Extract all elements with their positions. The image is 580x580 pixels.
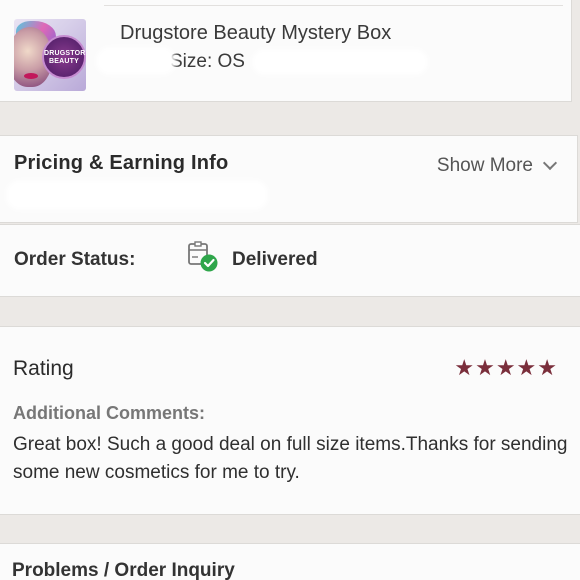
problems-card[interactable]: Problems / Order Inquiry xyxy=(0,543,580,580)
additional-comments-label: Additional Comments: xyxy=(13,403,205,423)
product-name[interactable]: Drugstore Beauty Mystery Box xyxy=(120,22,391,45)
product-size: Size: OS xyxy=(170,51,245,72)
redaction-smudge xyxy=(6,180,268,210)
rating-title: Rating xyxy=(13,357,74,380)
problems-order-inquiry-title[interactable]: Problems / Order Inquiry xyxy=(12,560,235,580)
redaction-smudge xyxy=(252,49,428,75)
additional-comments-text: Great box! Such a good deal on full size… xyxy=(13,434,568,483)
redaction-smudge xyxy=(96,47,176,75)
order-status-label: Order Status: xyxy=(14,249,136,270)
show-more-button[interactable]: Show More xyxy=(437,155,533,177)
delivered-package-icon xyxy=(188,241,218,272)
pricing-card[interactable]: Pricing & Earning Info Show More xyxy=(0,135,578,223)
divider xyxy=(104,5,563,6)
chevron-down-icon[interactable] xyxy=(542,155,558,171)
order-status-card: Order Status: Delivered xyxy=(0,224,580,297)
product-thumbnail[interactable]: DRUGSTORE BEAUTY xyxy=(14,19,86,91)
pricing-title: Pricing & Earning Info xyxy=(14,152,229,174)
rating-card: Rating ★★★★★ Additional Comments: Great … xyxy=(0,326,580,515)
star-rating: ★★★★★ xyxy=(454,355,558,380)
thumbnail-lips xyxy=(24,73,38,79)
order-status-value: Delivered xyxy=(232,249,318,270)
thumbnail-logo: DRUGSTORE BEAUTY xyxy=(42,35,86,79)
product-card[interactable]: DRUGSTORE BEAUTY Drugstore Beauty Myster… xyxy=(0,0,572,102)
